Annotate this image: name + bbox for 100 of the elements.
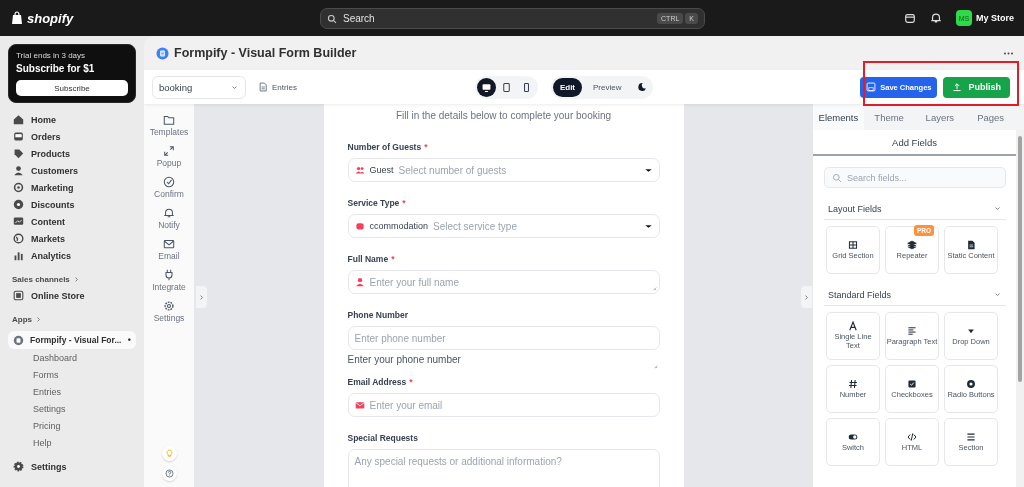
moon-icon: [636, 82, 647, 92]
monitor-icon: [480, 81, 492, 93]
search-icon: [327, 13, 337, 24]
nav-item[interactable]: Settings: [31, 461, 67, 472]
field-label: Email Address: [347, 377, 407, 387]
app-nav-item[interactable]: Formpify - Visual For... •: [8, 331, 136, 349]
required-mark: *: [402, 198, 406, 208]
tablet-icon: [500, 81, 512, 93]
grid-icon: [848, 239, 858, 250]
app-logo-icon: [156, 46, 169, 60]
section-heading[interactable]: Sales channels: [12, 274, 70, 284]
menu-icon: [966, 431, 976, 442]
store-name[interactable]: My Store: [976, 13, 1014, 23]
nav-item[interactable]: Content: [31, 216, 65, 227]
resize-grip-icon: [650, 285, 657, 291]
form-select[interactable]: booking: [152, 75, 246, 99]
trial-subtitle: Subscribe for $1: [16, 63, 96, 74]
subscribe-button[interactable]: Subscribe: [16, 80, 128, 96]
floppy-icon: [866, 82, 877, 92]
nav-item[interactable]: Customers: [31, 165, 78, 176]
nav-subitem[interactable]: Help: [33, 437, 52, 448]
bar-chart-icon: [13, 250, 24, 261]
nav-item[interactable]: Products: [31, 148, 70, 159]
page-title: Formpify - Visual Form Builder: [174, 46, 357, 60]
inbox-icon: [13, 131, 24, 142]
rail-button[interactable]: Notify: [158, 207, 180, 238]
section-heading[interactable]: Apps: [12, 314, 32, 324]
search-input[interactable]: Search fields...: [847, 172, 998, 183]
collapse-handle[interactable]: [196, 286, 207, 308]
store-icon: [904, 12, 916, 24]
nav-subitem[interactable]: Dashboard: [33, 352, 78, 363]
nav-item[interactable]: Home: [31, 114, 56, 125]
field-label: Number of Guests: [347, 142, 422, 152]
envelope-icon: [354, 400, 365, 410]
person-icon: [354, 277, 365, 287]
search-icon: [832, 172, 842, 183]
store-icon: [13, 290, 24, 301]
nav-item[interactable]: Online Store: [31, 290, 85, 301]
search-bar[interactable]: Search fields...: [824, 167, 1006, 188]
select-field[interactable]: ccommodation Select service type: [347, 214, 660, 238]
select-field[interactable]: Guest Select number of guests: [347, 158, 660, 182]
bell-icon: [930, 12, 942, 24]
logo-text: shopify: [27, 10, 74, 26]
field-label: Service Type: [347, 198, 400, 208]
entries-button[interactable]: Entries: [258, 82, 297, 92]
trial-title: Trial ends in 3 days: [16, 51, 87, 60]
person-icon: [13, 165, 24, 176]
section-toggle[interactable]: Standard Fields: [824, 284, 1006, 306]
field-label: Full Name: [347, 254, 389, 264]
panel-tab[interactable]: Elements: [813, 104, 864, 130]
upload-icon: [952, 82, 963, 92]
rail-button[interactable]: Email: [158, 238, 180, 269]
rail-button[interactable]: Templates: [149, 114, 189, 145]
nav-subitem[interactable]: Entries: [33, 386, 61, 397]
app-icon: [13, 334, 24, 346]
search-input[interactable]: Search: [343, 13, 652, 24]
scrollbar[interactable]: [1016, 130, 1024, 487]
rail-button[interactable]: Settings: [153, 300, 185, 331]
checkbox-icon: [907, 378, 917, 389]
rail-button[interactable]: Integrate: [152, 269, 186, 300]
folder-icon: [163, 114, 175, 126]
panel-tab[interactable]: Pages: [965, 104, 1016, 130]
helper-text: Enter your phone number: [347, 354, 461, 365]
device-toggle[interactable]: [476, 77, 496, 97]
check-circle-icon: [163, 176, 175, 188]
required-mark: *: [391, 254, 395, 264]
nav-subitem[interactable]: Pricing: [33, 420, 61, 431]
letter-a-icon: [848, 321, 858, 332]
panel-tab[interactable]: Layers: [914, 104, 966, 130]
nav-item[interactable]: Analytics: [31, 250, 72, 261]
people-icon: [354, 165, 365, 175]
help-button[interactable]: [161, 466, 177, 481]
document-icon: [258, 82, 268, 92]
home-icon: [13, 114, 24, 125]
field-label: Special Requests: [347, 433, 418, 443]
bell-icon: [163, 207, 175, 219]
settings-icon: [163, 300, 175, 312]
nav-subitem[interactable]: Forms: [33, 369, 59, 380]
required-mark: *: [424, 142, 428, 152]
nav-item[interactable]: Orders: [31, 131, 61, 142]
panel-tab[interactable]: Theme: [863, 104, 915, 130]
nav-item[interactable]: Markets: [31, 233, 66, 244]
image-icon: [13, 216, 24, 227]
nav-subitem[interactable]: Settings: [33, 403, 66, 414]
plug-icon: [163, 269, 175, 281]
nav-item[interactable]: Discounts: [31, 199, 75, 210]
tag-icon: [13, 148, 24, 159]
hash-icon: [848, 378, 858, 389]
gear-icon: [13, 461, 24, 472]
nav-item[interactable]: Marketing: [31, 182, 74, 193]
required-mark: *: [409, 377, 413, 387]
section-toggle[interactable]: Layout Fields: [824, 198, 1006, 220]
mode-tab[interactable]: Preview: [586, 77, 629, 97]
rail-button[interactable]: Popup: [156, 145, 182, 176]
target-icon: [13, 182, 24, 193]
lightbulb-icon: [164, 449, 174, 458]
paragraph-lines-icon: [907, 325, 917, 336]
expand-handle[interactable]: [801, 286, 812, 308]
rail-button[interactable]: Confirm: [154, 176, 184, 207]
mode-tab[interactable]: Edit: [552, 77, 582, 97]
